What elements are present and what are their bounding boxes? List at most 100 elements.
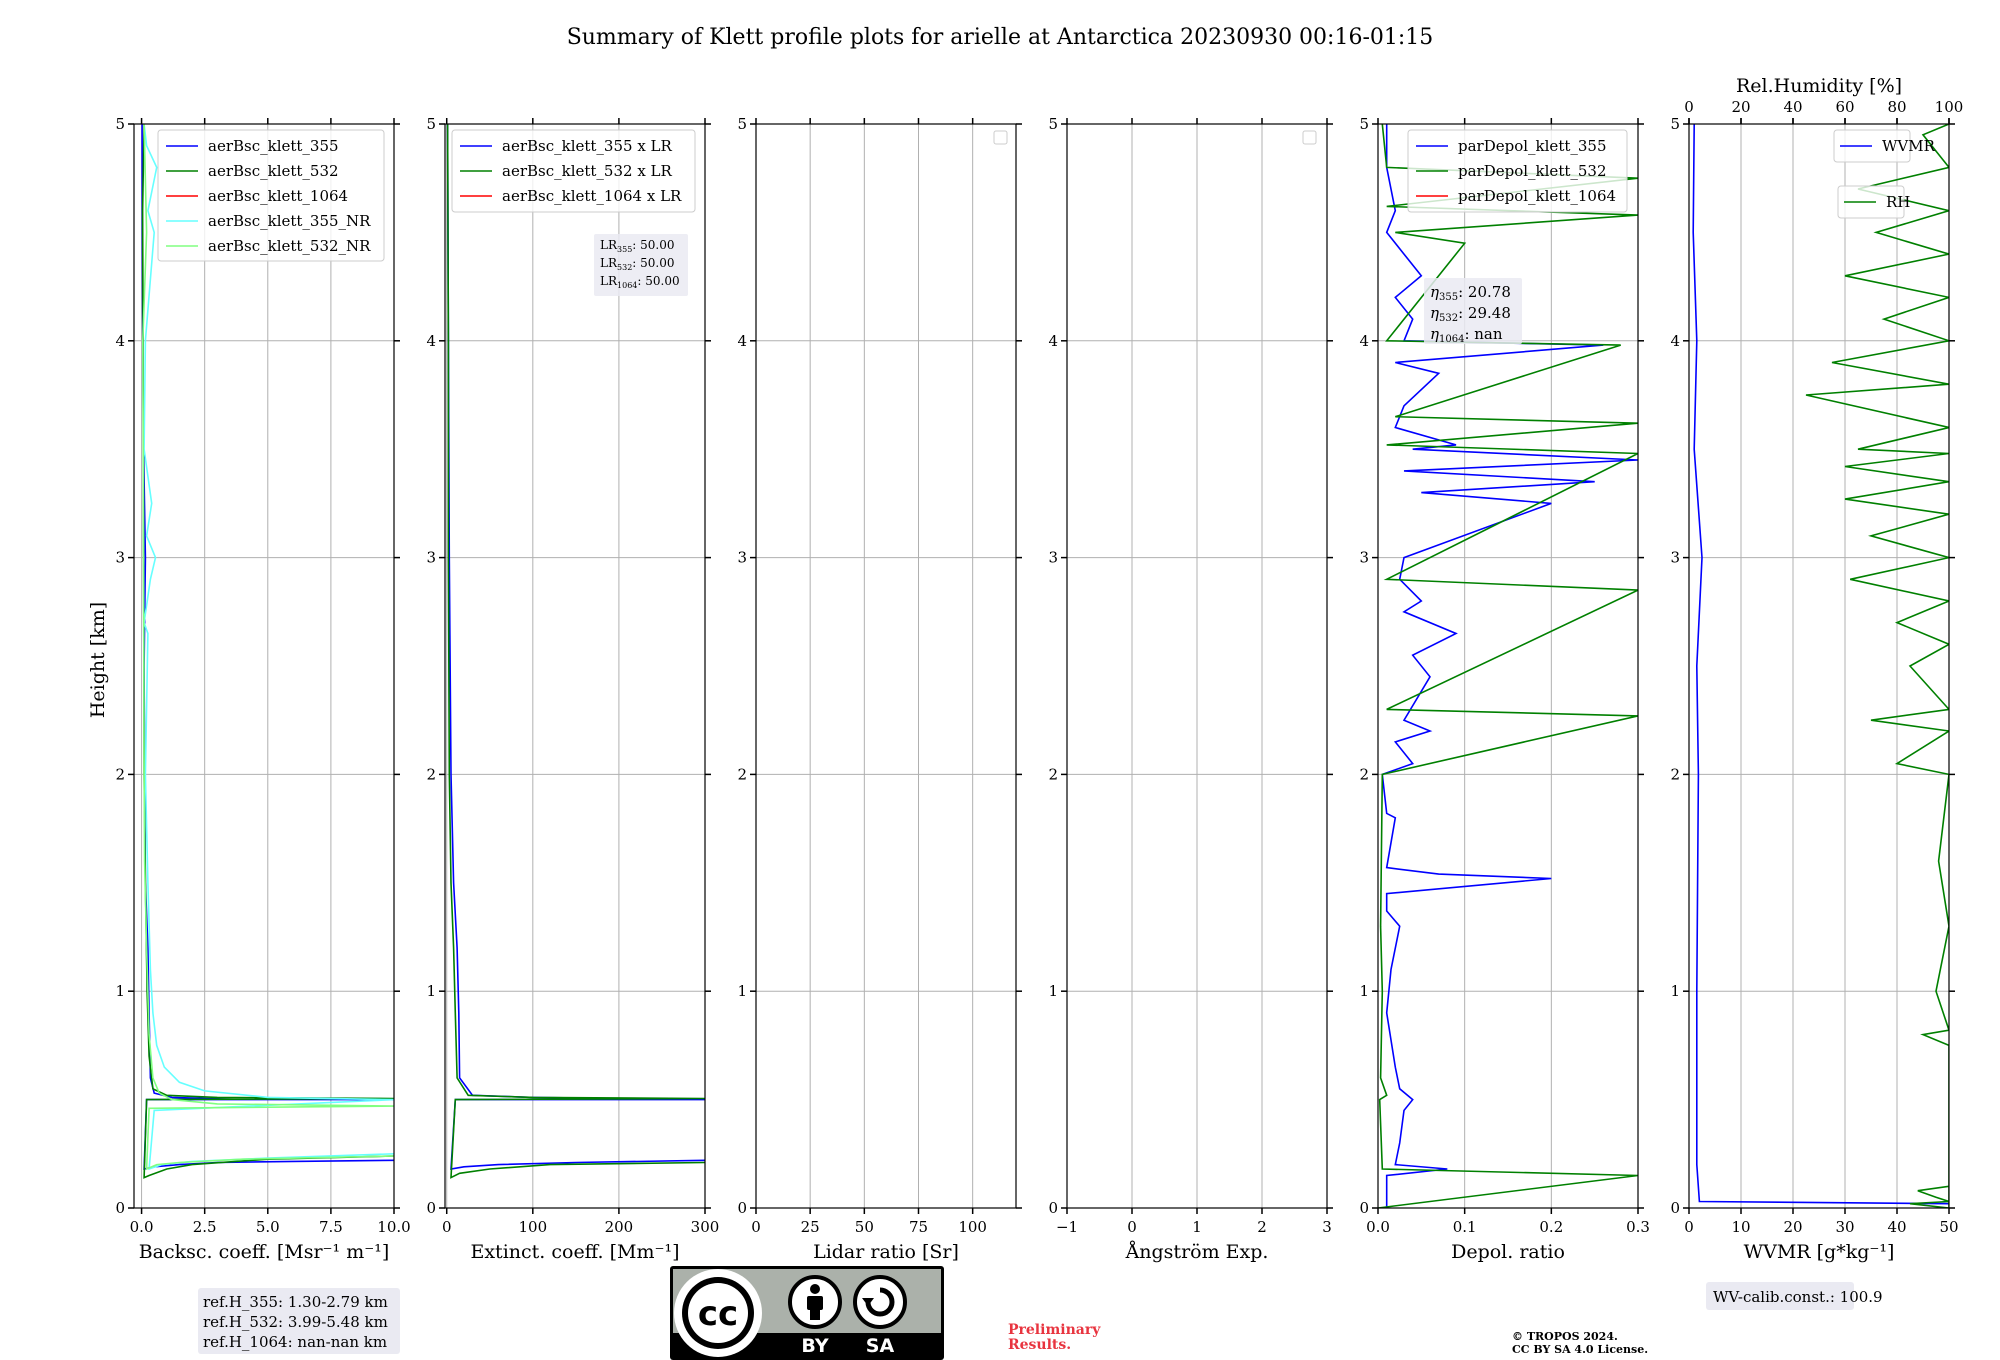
y-tick-label: 2 — [115, 765, 125, 783]
legend-label: parDepol_klett_355 — [1458, 137, 1607, 155]
legend-wvmr: WVMR — [1833, 129, 1936, 163]
x-tick-label: 7.5 — [319, 1218, 343, 1236]
y-tick-label: 2 — [1670, 765, 1680, 783]
by-icon — [788, 1275, 842, 1329]
x-tick-label: 5.0 — [256, 1218, 280, 1236]
top-x-tick-label: 20 — [1731, 98, 1750, 116]
copyright-line1: © TROPOS 2024. — [1512, 1330, 1618, 1343]
x-tick-label: 20 — [1783, 1218, 1802, 1236]
y-tick-label: 3 — [1670, 549, 1680, 567]
x-tick-label: 30 — [1835, 1218, 1854, 1236]
legend-label: aerBsc_klett_355 x LR — [502, 137, 673, 155]
legend-label: aerBsc_klett_1064 x LR — [502, 187, 682, 205]
y-tick-label: 0 — [1359, 1199, 1369, 1217]
x-tick-label: 200 — [605, 1218, 634, 1236]
x-tick-label: −1 — [1056, 1218, 1078, 1236]
preliminary-line1: Preliminary — [1008, 1322, 1101, 1338]
series-line-aerbsc-klett-532-nr — [141, 124, 394, 1171]
by-label: BY — [801, 1335, 828, 1357]
top-x-axis-label: Rel.Humidity [%] — [1736, 75, 1902, 97]
y-tick-label: 2 — [1359, 765, 1369, 783]
y-tick-label: 3 — [1359, 549, 1369, 567]
lr-1064-text: LR1064: 50.00 — [600, 274, 680, 290]
axes-frame — [755, 123, 1017, 1209]
y-axis-label: Height [km] — [87, 602, 109, 718]
x-tick-label: 0.0 — [1366, 1218, 1390, 1236]
panel-wvmr: 0123450 10 20 30 40 500 20 40 60 80 100Rel.Humidit… — [1670, 75, 1963, 1263]
x-tick-label: 0.1 — [1453, 1218, 1477, 1236]
x-axis-label: Backsc. coeff. [Msr⁻¹ m⁻¹] — [139, 1241, 390, 1263]
series-line-aerbsc-klett-355-nr — [143, 124, 394, 1171]
x-axis-label: WVMR [g*kg⁻¹] — [1744, 1241, 1895, 1263]
top-x-tick-label: 80 — [1887, 98, 1906, 116]
legend-rh: RH — [1837, 185, 1910, 219]
axes-frame — [133, 123, 395, 1209]
legend-label: aerBsc_klett_355_NR — [208, 212, 371, 230]
y-tick-label: 5 — [737, 115, 747, 133]
legend-label: parDepol_klett_1064 — [1458, 187, 1616, 205]
y-tick-label: 1 — [1670, 982, 1680, 1000]
x-tick-label: 10 — [1731, 1218, 1750, 1236]
y-tick-label: 2 — [1048, 765, 1058, 783]
series-line-aerbsc-klett-532 — [141, 124, 394, 1179]
y-tick-label: 4 — [1670, 332, 1680, 350]
x-tick-label: 0 — [1127, 1218, 1137, 1236]
x-tick-label: 3 — [1322, 1218, 1332, 1236]
chart-title: Summary of Klett profile plots for ariel… — [567, 25, 1434, 50]
x-tick-label: 0 — [442, 1218, 452, 1236]
y-tick-label: 1 — [1048, 982, 1058, 1000]
legend-label: aerBsc_klett_532 x LR — [502, 162, 673, 180]
y-tick-label: 3 — [115, 549, 125, 567]
series-line-rh — [1805, 124, 1949, 1208]
x-axis-label: Extinct. coeff. [Mm⁻¹] — [470, 1241, 679, 1263]
y-tick-label: 0 — [737, 1199, 747, 1217]
y-tick-label: 4 — [1359, 332, 1369, 350]
cc-logo-text: cc — [698, 1294, 738, 1334]
x-tick-label: 1 — [1192, 1218, 1202, 1236]
series-line-wvmr — [1692, 124, 1949, 1205]
legend-depol: parDepol_klett_355 parDepol_klett_532 pa… — [1407, 129, 1628, 213]
ref-height-box: ref.H_355: 1.30-2.79 km ref.H_532: 3.99-… — [198, 1288, 400, 1354]
top-x-tick-label: 60 — [1835, 98, 1854, 116]
legend-extinction: aerBsc_klett_355 x LR aerBsc_klett_532 x… — [451, 129, 696, 213]
y-tick-label: 0 — [115, 1199, 125, 1217]
x-tick-label: 0 — [1684, 1218, 1694, 1236]
top-x-tick-label: 100 — [1935, 98, 1964, 116]
copyright-line2: CC BY SA 4.0 License. — [1512, 1343, 1648, 1356]
wv-calib-text: WV-calib.const.: 100.9 — [1713, 1288, 1883, 1306]
x-tick-label: 50 — [1939, 1218, 1958, 1236]
legend-label: RH — [1886, 193, 1910, 211]
y-tick-label: 0 — [426, 1199, 436, 1217]
ref-height-355: ref.H_355: 1.30-2.79 km — [203, 1293, 388, 1311]
legend-label: parDepol_klett_532 — [1458, 162, 1607, 180]
wv-calib-box: WV-calib.const.: 100.9 — [1706, 1282, 1883, 1310]
panels: 0123450.0 2.5 5.0 7.5 10.0Backsc. coeff. [Ms… — [115, 75, 1963, 1263]
y-tick-label: 4 — [426, 332, 436, 350]
sa-icon — [853, 1275, 907, 1329]
x-tick-label: 0 — [751, 1218, 761, 1236]
x-tick-label: 50 — [855, 1218, 874, 1236]
legend-angstrom-empty — [1302, 130, 1317, 145]
klett-summary-figure: Summary of Klett profile plots for ariel… — [87, 25, 1963, 1360]
y-tick-label: 2 — [426, 765, 436, 783]
legend-lidarratio-empty — [993, 130, 1008, 145]
y-tick-label: 3 — [737, 549, 747, 567]
x-tick-label: 0.3 — [1626, 1218, 1650, 1236]
panel-lidarratio: 0123450 25 50 75 100Lidar ratio [Sr] — [737, 115, 1022, 1263]
x-tick-label: 300 — [691, 1218, 720, 1236]
x-tick-label: 100 — [518, 1218, 547, 1236]
legend-backscatter: aerBsc_klett_355 aerBsc_klett_532 aerBsc… — [157, 129, 385, 262]
y-tick-label: 2 — [737, 765, 747, 783]
legend-label: WVMR — [1882, 137, 1936, 155]
y-tick-label: 5 — [1359, 115, 1369, 133]
ref-height-532: ref.H_532: 3.99-5.48 km — [203, 1313, 388, 1331]
legend-label: aerBsc_klett_532 — [208, 162, 339, 180]
eta-annotation: η355: 20.78 η532: 29.48 η1064: nan — [1424, 278, 1522, 345]
top-x-tick-label: 40 — [1783, 98, 1802, 116]
y-tick-label: 1 — [115, 982, 125, 1000]
x-tick-label: 100 — [958, 1218, 987, 1236]
legend-label: aerBsc_klett_532_NR — [208, 237, 371, 255]
x-tick-label: 2.5 — [193, 1218, 217, 1236]
lr-355-text: LR355: 50.00 — [600, 238, 675, 254]
panel-angstrom: 012345−1 0 1 2 3Ångström Exp. — [1048, 115, 1333, 1263]
